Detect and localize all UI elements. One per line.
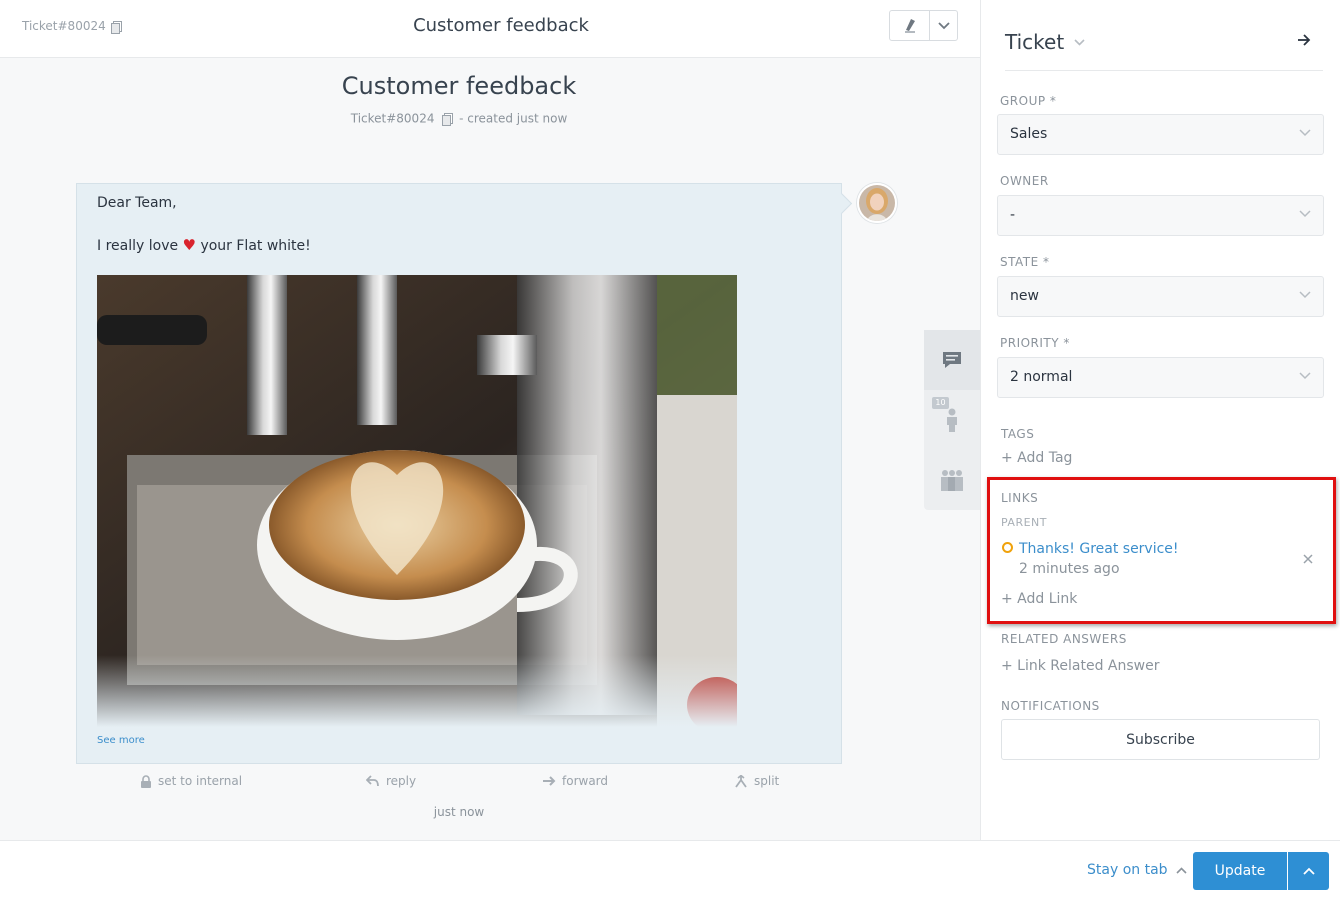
actions-menu-button[interactable] — [929, 11, 957, 40]
sidebar-title: Ticket — [1005, 30, 1065, 54]
ticket-sidebar: Ticket GROUP * Sales OWNER - STATE * new… — [980, 0, 1340, 840]
add-tag-link[interactable]: + Add Tag — [1001, 450, 1072, 466]
links-parent-label: PARENT — [1001, 516, 1047, 529]
sidebar-title-dropdown[interactable]: Ticket — [1005, 30, 1085, 54]
update-button[interactable]: Update — [1193, 852, 1287, 890]
topbar-title: Customer feedback — [413, 15, 589, 36]
forward-action[interactable]: forward — [542, 774, 608, 788]
close-sidebar-button[interactable] — [1297, 33, 1311, 51]
ticket-status-icon — [1002, 542, 1013, 553]
set-to-internal-label: set to internal — [158, 774, 243, 788]
sidebar-header: Ticket — [1005, 30, 1323, 71]
ticket-meta: Ticket#80024 - created just now — [0, 111, 918, 126]
owner-select[interactable]: - — [997, 195, 1324, 236]
subscribe-button[interactable]: Subscribe — [1001, 719, 1320, 760]
chevron-down-icon — [1299, 129, 1311, 137]
ticket-zoom-main: Ticket#80024 Customer feedback Customer … — [0, 0, 980, 840]
chevron-down-icon — [1299, 372, 1311, 380]
chevron-down-icon — [1299, 210, 1311, 218]
split-action[interactable]: split — [734, 774, 779, 788]
ticket-title[interactable]: Customer feedback — [0, 72, 918, 100]
state-value: new — [1010, 288, 1039, 304]
related-answers-label: RELATED ANSWERS — [1001, 632, 1127, 646]
notifications-label: NOTIFICATIONS — [1001, 699, 1100, 713]
tags-label: TAGS — [1001, 427, 1035, 441]
ticket-actions-dropdown[interactable] — [889, 10, 958, 41]
customer-tickets-badge: 10 — [932, 397, 949, 409]
links-label: LINKS — [1001, 491, 1039, 505]
chevron-up-icon — [1175, 866, 1187, 874]
pencil-icon — [904, 18, 915, 33]
ticket-created: - created just now — [459, 111, 568, 126]
split-label: split — [754, 774, 780, 788]
priority-label: PRIORITY * — [1000, 336, 1070, 350]
group-select[interactable]: Sales — [997, 114, 1324, 155]
ticket-number: Ticket#80024 — [350, 111, 435, 126]
priority-value: 2 normal — [1010, 369, 1073, 385]
reply-label: reply — [386, 774, 417, 788]
bottom-action-bar: Stay on tab Update — [0, 840, 1340, 900]
chevron-down-icon — [1299, 291, 1311, 299]
state-select[interactable]: new — [997, 276, 1324, 317]
priority-select[interactable]: 2 normal — [997, 357, 1324, 398]
article-text-after: your Flat white! — [200, 238, 311, 254]
split-icon — [735, 774, 747, 788]
set-to-internal-action[interactable]: set to internal — [140, 774, 242, 788]
chevron-down-icon — [1074, 38, 1085, 46]
chat-icon — [943, 352, 961, 368]
customer-avatar[interactable] — [857, 183, 897, 223]
chevron-down-icon — [938, 21, 950, 29]
heart-icon: ♥ — [182, 236, 196, 254]
linked-ticket-title[interactable]: Thanks! Great service! — [1019, 541, 1179, 557]
see-more-link[interactable]: See more — [97, 735, 145, 746]
owner-value: - — [1010, 207, 1016, 223]
remove-link-button[interactable] — [1302, 553, 1314, 569]
chevron-up-icon — [1302, 867, 1315, 875]
reply-icon — [366, 775, 379, 787]
add-link-link[interactable]: + Add Link — [1001, 591, 1077, 607]
state-label: STATE * — [1000, 255, 1050, 269]
tab-ticket[interactable] — [924, 330, 980, 390]
copy-icon[interactable] — [442, 113, 454, 126]
stay-on-tab-toggle[interactable]: Stay on tab — [1087, 862, 1187, 878]
article-text-line: I really love ♥ your Flat white! — [97, 236, 311, 254]
group-label: GROUP * — [1000, 94, 1057, 108]
article-bubble: Dear Team, I really love ♥ your Flat whi… — [76, 183, 842, 764]
linked-ticket-time: 2 minutes ago — [1019, 561, 1120, 577]
ticket-topbar: Ticket#80024 Customer feedback — [0, 0, 980, 58]
coffee-photo[interactable] — [97, 275, 737, 727]
arrow-right-icon — [1298, 34, 1311, 46]
sidebar-tabs — [924, 330, 980, 510]
article-greeting: Dear Team, — [97, 195, 177, 211]
reply-action[interactable]: reply — [366, 774, 416, 788]
link-related-answer-link[interactable]: + Link Related Answer — [1001, 658, 1159, 674]
group-value: Sales — [1010, 126, 1048, 142]
person-icon — [947, 408, 957, 432]
article-timestamp: just now — [433, 805, 485, 819]
group-icon — [941, 470, 963, 491]
forward-icon — [543, 776, 556, 786]
lock-icon — [141, 774, 151, 788]
owner-label: OWNER — [1000, 174, 1049, 188]
edit-ticket-button[interactable] — [890, 11, 929, 40]
article-actions: set to internal reply forward split — [76, 774, 842, 792]
article-text-before: I really love — [97, 238, 179, 254]
tab-organization[interactable] — [924, 450, 980, 510]
close-icon — [1303, 554, 1313, 564]
forward-label: forward — [562, 774, 609, 788]
update-options-button[interactable] — [1288, 852, 1329, 890]
stay-on-tab-label: Stay on tab — [1087, 862, 1168, 878]
